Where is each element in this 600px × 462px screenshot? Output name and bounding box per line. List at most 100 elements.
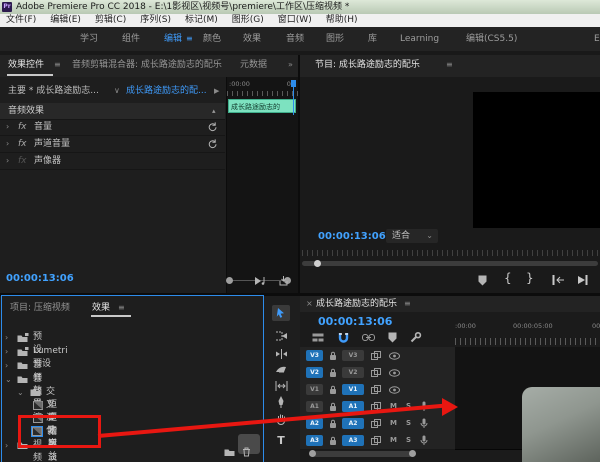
tab-overflow-icon[interactable]: » — [288, 55, 293, 75]
program-scrub-handle[interactable] — [314, 260, 321, 267]
program-timecode[interactable]: 00:00:13:06 — [318, 231, 386, 242]
selection-tool[interactable] — [272, 305, 290, 321]
source-patch-badge[interactable]: V3 — [306, 350, 323, 361]
mini-timeline-clip[interactable]: 成长路途励志的 — [228, 99, 296, 113]
timeline-zoom-handle-right[interactable] — [409, 450, 416, 457]
solo-button[interactable]: S — [406, 435, 411, 446]
sync-lock-icon[interactable] — [371, 436, 381, 445]
program-panel-menu-icon[interactable]: ≡ — [446, 55, 453, 75]
menu-edit[interactable]: 编辑(E) — [50, 14, 81, 27]
track-select-forward-tool[interactable] — [272, 328, 290, 344]
lock-icon[interactable] — [329, 385, 337, 395]
linked-selection-icon[interactable] — [362, 333, 375, 342]
sync-lock-icon[interactable] — [371, 419, 381, 428]
ec-zoom-handle-left[interactable] — [226, 277, 233, 284]
menu-window[interactable]: 窗口(W) — [278, 14, 312, 27]
timeline-zoom-scrollbar[interactable] — [312, 451, 413, 457]
pen-tool[interactable] — [272, 394, 290, 410]
sync-lock-icon[interactable] — [371, 385, 381, 394]
play-audio-icon[interactable] — [254, 276, 266, 286]
slip-tool[interactable] — [272, 378, 290, 394]
timeline-settings-wrench-icon[interactable] — [410, 332, 422, 343]
tab-timeline-sequence[interactable]: 成长路途励志的配乐 — [316, 296, 397, 312]
lock-icon[interactable] — [329, 368, 337, 378]
track-target-badge[interactable]: A3 — [342, 435, 364, 446]
twirl-icon[interactable]: › — [6, 139, 9, 148]
master-clip-label[interactable]: 主要 * 成长路途励志... — [8, 86, 99, 96]
lock-icon[interactable] — [329, 402, 337, 412]
twirl-icon[interactable]: › — [6, 122, 9, 131]
voiceover-mic-icon[interactable] — [420, 418, 428, 429]
mark-in-icon[interactable]: { — [504, 271, 512, 285]
lock-icon[interactable] — [329, 419, 337, 429]
track-output-eye-icon[interactable] — [389, 369, 400, 377]
mark-out-icon[interactable]: } — [526, 271, 534, 285]
track-target-badge[interactable]: V3 — [342, 350, 364, 361]
track-lane-v2[interactable] — [455, 364, 600, 382]
workspace-clipped[interactable]: E — [594, 27, 600, 51]
new-custom-bin-icon[interactable] — [224, 448, 235, 457]
workspace-graphics[interactable]: 图形 — [326, 27, 344, 51]
timeline-zoom-handle-left[interactable] — [309, 450, 316, 457]
razor-tool[interactable] — [272, 362, 290, 378]
workspace-editing-menu-icon[interactable]: ≡ — [186, 27, 193, 51]
tab-metadata[interactable]: 元数据 — [240, 55, 267, 75]
track-output-eye-icon[interactable] — [389, 386, 400, 394]
voiceover-mic-icon[interactable] — [420, 435, 428, 446]
clip-nav-arrow-icon[interactable]: ▶ — [214, 83, 219, 99]
add-marker-icon[interactable] — [478, 275, 487, 286]
workspace-editing-cs55[interactable]: 编辑(CS5.5) — [466, 27, 517, 51]
track-target-badge[interactable]: V2 — [342, 367, 364, 378]
menu-help[interactable]: 帮助(H) — [326, 14, 358, 27]
effect-row-panner[interactable]: › fx 声像器 — [0, 153, 225, 170]
workspace-assembly[interactable]: 组件 — [122, 27, 140, 51]
track-target-badge[interactable]: V1 — [342, 384, 364, 395]
lock-icon[interactable] — [329, 351, 337, 361]
workspace-learning[interactable]: Learning — [400, 27, 439, 51]
lock-icon[interactable] — [329, 436, 337, 446]
mute-button[interactable]: M — [390, 435, 397, 446]
tab-program-monitor[interactable]: 节目: 成长路途励志的配乐 — [315, 55, 420, 75]
effect-row-volume[interactable]: › fx 音量 — [0, 119, 225, 136]
twirl-icon[interactable]: › — [6, 156, 9, 165]
nest-sequence-icon[interactable] — [312, 333, 324, 343]
go-to-in-icon[interactable] — [552, 275, 565, 285]
workspace-editing[interactable]: 编辑 — [164, 27, 182, 51]
source-patch-badge[interactable]: V1 — [306, 384, 323, 395]
solo-button[interactable]: S — [406, 418, 411, 429]
tab-audio-clip-mixer[interactable]: 音频剪辑混合器: 成长路途励志的配乐 — [72, 55, 222, 75]
step-back-icon[interactable] — [577, 275, 588, 285]
close-timeline-icon[interactable]: × — [306, 296, 313, 312]
menu-graphics[interactable]: 图形(G) — [232, 14, 264, 27]
effect-controls-timeline[interactable]: :00:00 00 成长路途励志的 — [226, 77, 299, 293]
tab-effect-controls[interactable]: 效果控件 — [8, 55, 44, 75]
workspace-libraries[interactable]: 库 — [368, 27, 377, 51]
reset-effect-icon[interactable] — [208, 122, 218, 132]
source-patch-badge[interactable]: A1 — [306, 401, 323, 412]
timeline-panel-menu-icon[interactable]: ≡ — [404, 296, 411, 312]
audio-effects-section-header[interactable]: 音频效果 ▴ — [0, 103, 225, 120]
clip-selector-chevron-icon[interactable]: ∨ — [114, 83, 120, 99]
timeline-timecode[interactable]: 00:00:13:06 — [318, 315, 392, 328]
workspace-learn[interactable]: 学习 — [80, 27, 98, 51]
zoom-level-dropdown[interactable]: 适合 ⌄ — [386, 229, 438, 243]
track-target-badge[interactable]: A2 — [342, 418, 364, 429]
workspace-color[interactable]: 颜色 — [203, 27, 221, 51]
workspace-effects[interactable]: 效果 — [243, 27, 261, 51]
snap-icon[interactable] — [338, 332, 349, 343]
type-tool[interactable]: T — [272, 432, 290, 448]
menu-marker[interactable]: 标记(M) — [185, 14, 218, 27]
sync-lock-icon[interactable] — [371, 351, 381, 360]
sync-lock-icon[interactable] — [371, 368, 381, 377]
mute-button[interactable]: M — [390, 418, 397, 429]
timeline-ruler-ticks[interactable] — [455, 338, 600, 345]
program-scrubber[interactable] — [302, 261, 598, 266]
menu-file[interactable]: 文件(F) — [6, 14, 36, 27]
track-lane-v3[interactable] — [455, 347, 600, 365]
delete-icon[interactable] — [242, 447, 251, 457]
reset-effect-icon[interactable] — [208, 139, 218, 149]
track-output-eye-icon[interactable] — [389, 352, 400, 360]
export-frame-icon[interactable] — [278, 276, 289, 286]
effect-controls-panel-menu-icon[interactable]: ≡ — [54, 55, 61, 75]
ripple-edit-tool[interactable] — [272, 346, 290, 362]
